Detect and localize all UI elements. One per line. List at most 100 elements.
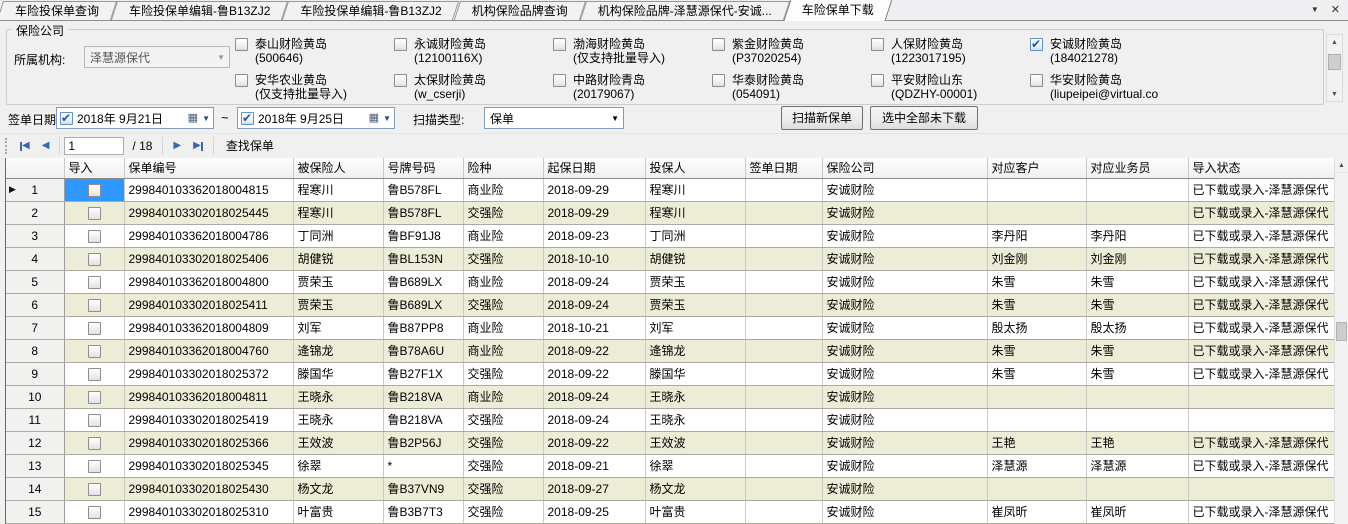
row-selector[interactable]: 3 bbox=[6, 224, 65, 248]
scan-new-policies-button[interactable]: 扫描新保单 bbox=[781, 106, 863, 130]
row-selector[interactable]: 2 bbox=[6, 201, 65, 225]
scroll-up-icon[interactable]: ▲ bbox=[1335, 158, 1348, 173]
date-to-checkbox[interactable] bbox=[241, 111, 254, 125]
column-header[interactable]: 起保日期 bbox=[543, 158, 646, 179]
row-selector[interactable]: 10 bbox=[6, 385, 65, 409]
row-selector[interactable]: 11 bbox=[6, 408, 65, 432]
tab-2[interactable]: 车险投保单编辑-鲁B13ZJ2 bbox=[114, 1, 285, 20]
scan-type-combobox[interactable]: 保单 ▼ bbox=[484, 107, 624, 129]
company-panel-scrollbar[interactable]: ▲ ▼ bbox=[1326, 34, 1343, 102]
column-header[interactable]: 号牌号码 bbox=[383, 158, 464, 179]
tab-6[interactable]: 车险保单下载 bbox=[787, 0, 889, 20]
company-checkbox[interactable] bbox=[553, 38, 566, 51]
date-from-checkbox[interactable] bbox=[60, 111, 73, 125]
table-row[interactable]: 3 299840103362018004786 丁同洲 鲁BF91J8 商业险 2018-… bbox=[6, 224, 1334, 248]
table-row[interactable]: ▶ 1 299840103362018004815 程寒川 鲁B578FL 商业险 2018… bbox=[6, 178, 1334, 202]
org-combobox[interactable]: 泽慧源保代 ▼ bbox=[84, 46, 230, 68]
company-checkbox[interactable] bbox=[712, 74, 725, 87]
table-row[interactable]: 6 299840103302018025411 贾荣玉 鲁B689LX 交强险 2018-… bbox=[6, 293, 1334, 317]
row-selector[interactable]: 6 bbox=[6, 293, 65, 317]
company-checkbox[interactable] bbox=[553, 74, 566, 87]
table-row[interactable]: 14 299840103302018025430 杨文龙 鲁B37VN9 交强险 2018… bbox=[6, 477, 1334, 501]
row-selector[interactable]: 13 bbox=[6, 454, 65, 478]
column-header[interactable]: 对应业务员 bbox=[1086, 158, 1189, 179]
row-selector[interactable]: 14 bbox=[6, 477, 65, 501]
table-row[interactable]: 12 299840103302018025366 王效波 鲁B2P56J 交强险 2018… bbox=[6, 431, 1334, 455]
chevron-down-icon[interactable]: ▼ bbox=[383, 114, 391, 123]
tab-1[interactable]: 车险投保单查询 bbox=[0, 1, 114, 20]
import-checkbox[interactable] bbox=[87, 275, 101, 289]
next-page-button[interactable]: ▶ bbox=[167, 136, 187, 156]
import-checkbox[interactable] bbox=[87, 505, 101, 519]
company-checkbox[interactable] bbox=[394, 74, 407, 87]
table-row[interactable]: 2 299840103302018025445 程寒川 鲁B578FL 交强险 2018-… bbox=[6, 201, 1334, 225]
last-page-button[interactable]: ▶ bbox=[187, 136, 209, 156]
import-checkbox[interactable] bbox=[87, 206, 101, 220]
import-checkbox[interactable] bbox=[87, 252, 101, 266]
row-selector[interactable]: 9 bbox=[6, 362, 65, 386]
import-checkbox[interactable] bbox=[87, 229, 101, 243]
row-selector[interactable]: 12 bbox=[6, 431, 65, 455]
find-policy-button[interactable]: 查找保单 bbox=[218, 136, 282, 156]
select-all-undownloaded-button[interactable]: 选中全部未下载 bbox=[870, 106, 978, 130]
close-icon[interactable]: ✕ bbox=[1331, 3, 1340, 16]
table-row[interactable]: 4 299840103302018025406 胡健锐 鲁BL153N 交强险 2018-… bbox=[6, 247, 1334, 271]
date-from-picker[interactable]: 2018年 9月21日 ▦ ▼ bbox=[56, 107, 214, 129]
chevron-down-icon[interactable]: ▼ bbox=[202, 114, 210, 123]
company-checkbox[interactable] bbox=[235, 38, 248, 51]
row-selector[interactable]: 15 bbox=[6, 500, 65, 524]
import-checkbox[interactable] bbox=[87, 183, 101, 197]
table-row[interactable]: 11 299840103302018025419 王晓永 鲁B218VA 交强险 2018… bbox=[6, 408, 1334, 432]
first-page-button[interactable]: ◀ bbox=[14, 136, 36, 156]
prev-page-button[interactable]: ◀ bbox=[36, 136, 56, 156]
table-row[interactable]: 9 299840103302018025372 滕国华 鲁B27F1X 交强险 2018-… bbox=[6, 362, 1334, 386]
column-header[interactable]: 投保人 bbox=[645, 158, 746, 179]
date-to-picker[interactable]: 2018年 9月25日 ▦ ▼ bbox=[237, 107, 395, 129]
company-checkbox[interactable] bbox=[871, 38, 884, 51]
import-checkbox[interactable] bbox=[87, 367, 101, 381]
table-row[interactable]: 13 299840103302018025345 徐翠 * 交强险 2018-09-21 徐… bbox=[6, 454, 1334, 478]
import-checkbox[interactable] bbox=[87, 436, 101, 450]
tab-3[interactable]: 车险投保单编辑-鲁B13ZJ2 bbox=[285, 1, 456, 20]
import-checkbox[interactable] bbox=[87, 459, 101, 473]
page-number-input[interactable] bbox=[64, 137, 125, 155]
column-header[interactable]: 导入 bbox=[64, 158, 125, 179]
import-checkbox[interactable] bbox=[87, 413, 101, 427]
scrollbar-thumb[interactable] bbox=[1336, 322, 1347, 341]
company-checkbox[interactable] bbox=[871, 74, 884, 87]
import-checkbox[interactable] bbox=[87, 390, 101, 404]
company-checkbox[interactable] bbox=[1030, 74, 1043, 87]
row-selector[interactable]: ▶ 1 bbox=[6, 178, 65, 202]
column-header[interactable]: 险种 bbox=[463, 158, 544, 179]
company-checkbox[interactable] bbox=[394, 38, 407, 51]
table-row[interactable]: 8 299840103362018004760 逄锦龙 鲁B78A6U 商业险 2018-… bbox=[6, 339, 1334, 363]
column-header[interactable]: 保单编号 bbox=[124, 158, 294, 179]
table-row[interactable]: 10 299840103362018004811 王晓永 鲁B218VA 商业险 2018… bbox=[6, 385, 1334, 409]
import-checkbox[interactable] bbox=[87, 344, 101, 358]
row-selector[interactable]: 7 bbox=[6, 316, 65, 340]
import-checkbox[interactable] bbox=[87, 482, 101, 496]
scroll-up-icon[interactable]: ▲ bbox=[1327, 35, 1342, 49]
column-header[interactable] bbox=[6, 158, 65, 179]
import-checkbox[interactable] bbox=[87, 321, 101, 335]
company-checkbox[interactable] bbox=[235, 74, 248, 87]
column-header[interactable]: 被保险人 bbox=[293, 158, 384, 179]
company-checkbox[interactable] bbox=[712, 38, 725, 51]
table-row[interactable]: 5 299840103362018004800 贾荣玉 鲁B689LX 商业险 2018-… bbox=[6, 270, 1334, 294]
row-selector[interactable]: 8 bbox=[6, 339, 65, 363]
column-header[interactable]: 导入状态 bbox=[1188, 158, 1334, 179]
table-row[interactable]: 7 299840103362018004809 刘军 鲁B87PP8 商业险 2018-1… bbox=[6, 316, 1334, 340]
column-header[interactable]: 保险公司 bbox=[822, 158, 988, 179]
table-row[interactable]: 15 299840103302018025310 叶富贵 鲁B3B7T3 交强险 2018… bbox=[6, 500, 1334, 524]
grid-scrollbar[interactable]: ▲ bbox=[1334, 158, 1348, 524]
company-checkbox[interactable] bbox=[1030, 37, 1043, 51]
tab-5[interactable]: 机构保险品牌-泽慧源保代-安诚... bbox=[583, 1, 787, 20]
scroll-down-icon[interactable]: ▼ bbox=[1327, 87, 1342, 101]
row-selector[interactable]: 4 bbox=[6, 247, 65, 271]
row-selector[interactable]: 5 bbox=[6, 270, 65, 294]
column-header[interactable]: 签单日期 bbox=[745, 158, 823, 179]
column-header[interactable]: 对应客户 bbox=[987, 158, 1087, 179]
scrollbar-thumb[interactable] bbox=[1328, 54, 1341, 70]
tab-dropdown-icon[interactable]: ▼ bbox=[1311, 5, 1319, 14]
tab-4[interactable]: 机构保险品牌查询 bbox=[457, 1, 583, 20]
